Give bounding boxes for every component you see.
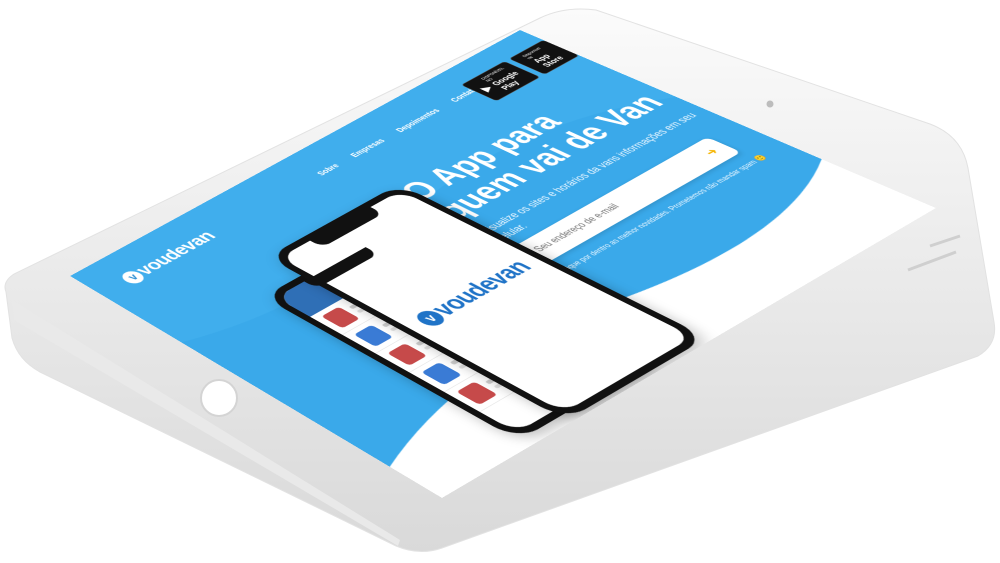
home-button[interactable] <box>200 379 238 417</box>
splash-logo-text: voudevan <box>424 256 538 320</box>
play-icon: ▶ <box>477 83 497 94</box>
splash-logo: vvoudevan <box>396 251 549 337</box>
camera-icon <box>766 100 774 108</box>
